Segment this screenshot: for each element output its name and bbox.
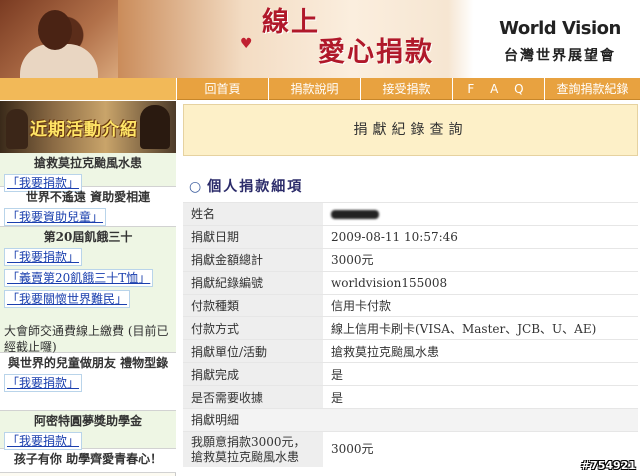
nav-donation-info[interactable]: 捐款說明 — [268, 78, 360, 100]
nav-accept-donation[interactable]: 接受捐款 — [360, 78, 452, 100]
row-label: 付款方式 — [183, 316, 323, 340]
sidebar-block-sponsor: 世界不遙遠 資助愛相連 「我要資助兒童」 — [0, 187, 176, 227]
nav-faq[interactable]: F A Q — [452, 78, 544, 100]
table-row: 付款種類 信用卡付款 — [183, 293, 638, 317]
row-value: worldvision155008 — [323, 270, 638, 295]
nav-home[interactable]: 回首頁 — [176, 78, 268, 100]
block-title: 世界不遙遠 資助愛相連 — [25, 190, 151, 204]
left-sidebar: 近期活動介紹 搶救莫拉克颱風水患 「我要捐款」 世界不遙遠 資助愛相連 「我要資… — [0, 101, 176, 476]
row-value: 是 — [323, 385, 638, 409]
row-value: 3000元 — [323, 247, 638, 272]
row-label: 捐獻單位/活動 — [183, 339, 323, 363]
recent-activities-header: 近期活動介紹 — [0, 101, 176, 153]
top-nav: 回首頁 捐款說明 接受捐款 F A Q 查詢捐款紀錄 — [0, 78, 640, 100]
image-watermark: #754921 — [580, 459, 636, 472]
block-title: 阿密特圓夢獎助學金 — [33, 414, 142, 428]
row-value: 搶救莫拉克颱風水患 — [323, 339, 638, 363]
block-note: 大會師交通費線上繳費 (目前已經截止囉) — [4, 324, 169, 354]
row-label: 付款種類 — [183, 293, 323, 317]
nav-spacer — [0, 78, 176, 100]
logo-english: World Vision — [499, 18, 621, 39]
tshirt-sale-link[interactable]: 「義賣第20飢餓三十T恤」 — [4, 269, 154, 287]
sidebar-block-famine30: 第20屆飢餓三十 「我要捐款」 「義賣第20飢餓三十T恤」 「我要關懷世界難民」… — [0, 227, 176, 354]
row-label: 是否需要收據 — [183, 385, 323, 409]
table-row: 捐獻單位/活動 搶救莫拉克颱風水患 — [183, 339, 638, 363]
row-value: 是 — [323, 362, 638, 386]
donate-link[interactable]: 「我要捐款」 — [4, 374, 83, 392]
row-label: 姓名 — [183, 202, 323, 226]
section-title: ○ 個人捐款細項 — [189, 179, 304, 195]
table-row: 我願意捐款3000元，搶救莫拉克颱風水患 3000元 — [183, 430, 638, 468]
detail-header: 捐獻明細 — [183, 408, 638, 432]
donation-detail-table: 姓名 捐獻日期 2009-08-11 10:57:46 捐獻金額總計 3000元… — [183, 202, 638, 468]
row-value-name — [323, 202, 638, 226]
table-row: 付款方式 線上信用卡刷卡(VISA、Master、JCB、U、AE) — [183, 316, 638, 340]
circle-bullet-icon: ○ — [189, 179, 204, 195]
table-row: 是否需要收據 是 — [183, 385, 638, 409]
table-row: 姓名 — [183, 202, 638, 226]
row-label: 捐獻完成 — [183, 362, 323, 386]
donate-link[interactable]: 「我要捐款」 — [4, 248, 83, 266]
world-vision-logo[interactable]: World Vision 台灣世界展望會 — [480, 18, 640, 65]
sponsor-child-link[interactable]: 「我要資助兒童」 — [4, 208, 107, 226]
table-row: 捐獻完成 是 — [183, 362, 638, 386]
detail-item-label: 我願意捐款3000元，搶救莫拉克颱風水患 — [183, 430, 323, 468]
row-label: 捐獻紀錄編號 — [183, 270, 323, 295]
banner-child-photo — [0, 0, 118, 78]
logo-chinese: 台灣世界展望會 — [504, 48, 616, 64]
banner-title: 線上 愛心捐款 — [262, 7, 434, 68]
block-title: 搶救莫拉克颱風水患 — [33, 156, 142, 170]
redacted-name — [331, 209, 379, 219]
table-row: 捐獻金額總計 3000元 — [183, 247, 638, 272]
block-title: 第20屆飢餓三十 — [43, 230, 133, 244]
sidebar-block-scholarship: 阿密特圓夢獎助學金 「我要捐款」 — [0, 411, 176, 450]
row-label: 捐獻日期 — [183, 224, 323, 249]
row-value: 信用卡付款 — [323, 293, 638, 317]
block-title: 孩子有你 助學齊愛青春心！ — [13, 452, 163, 466]
block-title: 與世界的兒童做朋友 禮物型錄 — [7, 356, 169, 370]
sidebar-block-youth: 孩子有你 助學齊愛青春心！ — [0, 449, 176, 473]
recent-activities-label: 近期活動介紹 — [30, 120, 138, 140]
refugee-care-link[interactable]: 「我要關懷世界難民」 — [4, 290, 131, 308]
table-row: 捐獻紀錄編號 worldvision155008 — [183, 270, 638, 295]
table-row: 捐獻日期 2009-08-11 10:57:46 — [183, 224, 638, 249]
nav-query-records[interactable]: 查詢捐款紀錄 — [544, 78, 640, 100]
header-banner: ♥ 線上 愛心捐款 World Vision 台灣世界展望會 — [0, 0, 640, 78]
row-value: 線上信用卡刷卡(VISA、Master、JCB、U、AE) — [323, 316, 638, 340]
row-label: 捐獻金額總計 — [183, 247, 323, 272]
sidebar-block-morakot: 搶救莫拉克颱風水患 「我要捐款」 — [0, 153, 176, 192]
sidebar-block-gift-catalog: 與世界的兒童做朋友 禮物型錄 「我要捐款」 — [0, 353, 176, 411]
donate-link[interactable]: 「我要捐款」 — [4, 432, 83, 450]
page-title: 捐獻紀錄查詢 — [183, 104, 638, 156]
row-value: 2009-08-11 10:57:46 — [323, 224, 638, 249]
heart-icon: ♥ — [240, 36, 253, 52]
detail-header-row: 捐獻明細 — [183, 408, 638, 432]
